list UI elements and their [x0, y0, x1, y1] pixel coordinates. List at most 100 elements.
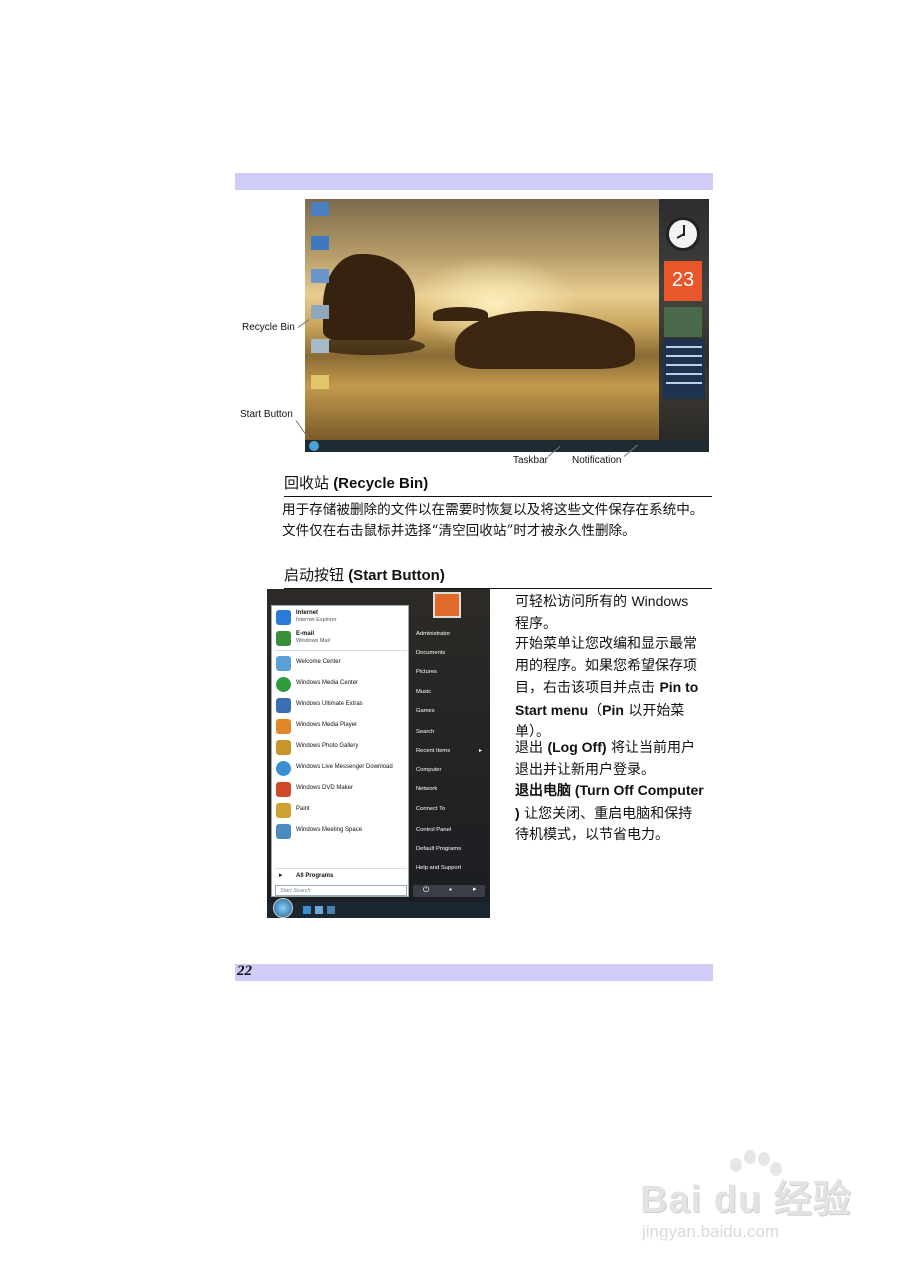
power-icon[interactable]: ⏻	[423, 885, 429, 895]
taskbar[interactable]	[305, 440, 709, 452]
media-center-icon	[276, 677, 291, 692]
pinned-item[interactable]: Internet Internet Explorer	[275, 609, 407, 627]
lock-icon[interactable]: ▪	[449, 885, 452, 894]
text-run: 可轻松访问所有的	[515, 594, 632, 610]
program-name: Windows Photo Gallery	[296, 743, 359, 749]
callout-recycle-bin: Recycle Bin	[242, 322, 295, 333]
section-heading-start-button: 启动按钮 (Start Button)	[284, 564, 712, 589]
right-item[interactable]: Network	[416, 786, 437, 792]
pinned-item-sub: Windows Mail	[296, 638, 330, 644]
recent-program[interactable]: Windows DVD Maker	[275, 781, 407, 799]
recycle-bin-desktop-icon[interactable]	[311, 305, 329, 319]
right-item[interactable]: Help and Support	[416, 865, 461, 871]
watermark-brand: Bai du 经验	[640, 1179, 852, 1221]
clock-hand-icon	[676, 233, 685, 239]
calendar-day: 23	[671, 269, 695, 291]
chevron-right-icon: ▸	[279, 872, 283, 879]
callout-start-button: Start Button	[240, 409, 293, 420]
rock-right	[455, 311, 635, 369]
start-menu-taskbar	[267, 898, 490, 918]
text-run: 退出	[515, 740, 548, 756]
right-item[interactable]: Administrator	[416, 631, 450, 637]
recent-program[interactable]: Windows Ultimate Extras	[275, 697, 407, 715]
clock-gadget	[666, 217, 700, 251]
welcome-center-icon	[276, 656, 291, 671]
section-heading-recycle-bin: 回收站 (Recycle Bin)	[284, 472, 712, 497]
calendar-gadget: 23	[664, 261, 702, 301]
computer-desktop-icon[interactable]	[311, 202, 329, 216]
quick-launch-icon[interactable]	[327, 906, 335, 914]
start-orb-icon[interactable]	[273, 898, 293, 918]
right-item[interactable]: Control Panel	[416, 827, 451, 833]
start-orb-icon[interactable]	[309, 441, 319, 451]
quick-launch-icon[interactable]	[315, 906, 323, 914]
text-run: （	[588, 702, 603, 719]
heading-cn: 回收站	[284, 475, 330, 492]
recent-program[interactable]: Windows Live Messenger Download	[275, 760, 407, 778]
page-number: 22	[237, 963, 252, 979]
program-name: Windows DVD Maker	[296, 785, 354, 791]
desktop-screenshot: 23	[305, 199, 709, 452]
recent-program[interactable]: Paint	[275, 802, 407, 820]
heading-cn: 启动按钮	[284, 567, 345, 584]
slideshow-gadget	[664, 307, 702, 337]
program-name: Windows Live Messenger Download	[296, 764, 393, 770]
program-name: Windows Ultimate Extras	[296, 701, 363, 707]
right-item[interactable]: Recent Items	[416, 748, 450, 754]
right-item[interactable]: Computer	[416, 767, 441, 773]
text-run: Pin	[602, 701, 624, 718]
start-paragraph-4: 退出电脑 (Turn Off Computer ) 让您关闭、重启电脑和保持待机…	[515, 780, 705, 847]
rock-left	[323, 254, 415, 340]
pinned-item-name: Internet	[296, 610, 319, 616]
recent-program[interactable]: Windows Media Player	[275, 718, 407, 736]
right-item[interactable]: Connect To	[416, 806, 445, 812]
photo-gallery-icon	[276, 740, 291, 755]
feed-gadget	[663, 339, 705, 399]
right-item[interactable]: Documents	[416, 650, 445, 656]
recent-program[interactable]: Welcome Center	[275, 655, 407, 673]
recent-program[interactable]: Windows Media Center	[275, 676, 407, 694]
start-search-input[interactable]: Start Search	[275, 885, 407, 896]
right-item[interactable]: Search	[416, 729, 434, 735]
media-player-icon	[276, 719, 291, 734]
right-item[interactable]: Games	[416, 708, 435, 714]
program-name: Windows Media Player	[296, 722, 358, 728]
heading-en: (Recycle Bin)	[333, 475, 429, 492]
folder-desktop-icon[interactable]	[311, 375, 329, 389]
pinned-item[interactable]: E-mail Windows Mail	[275, 630, 407, 648]
recent-program[interactable]: Windows Photo Gallery	[275, 739, 407, 757]
messenger-icon	[276, 761, 291, 776]
windows-sidebar: 23	[659, 199, 709, 440]
internet-explorer-icon	[276, 610, 291, 625]
control-panel-desktop-icon[interactable]	[311, 269, 329, 283]
start-paragraph-2: 开始菜单让您改编和显示最常用的程序。如果您希望保存项目，右击该项目并点击 Pin…	[515, 634, 705, 744]
right-item[interactable]: Pictures	[416, 669, 437, 675]
right-item[interactable]: Music	[416, 689, 431, 695]
pinned-item-name: E-mail	[296, 631, 315, 637]
program-name: Windows Meeting Space	[296, 827, 363, 833]
chevron-right-icon: ▸	[479, 748, 483, 754]
recent-program[interactable]: Windows Meeting Space	[275, 823, 407, 841]
callout-taskbar: Taskbar	[513, 455, 549, 466]
shortcut-desktop-icon[interactable]	[311, 339, 329, 353]
heading-en: (Start Button)	[348, 567, 445, 584]
quick-launch-icon[interactable]	[303, 906, 311, 914]
pinned-item-sub: Internet Explorer	[296, 617, 337, 623]
program-name: Welcome Center	[296, 659, 341, 665]
network-desktop-icon[interactable]	[311, 236, 329, 250]
program-name: Paint	[296, 806, 310, 812]
header-band	[235, 173, 713, 190]
watermark-url: jingyan.baidu.com	[642, 1222, 780, 1241]
text-run: 让您关闭、重启电脑和保持待机模式，以节省电力。	[515, 805, 693, 844]
baidu-watermark: Bai du 经验 jingyan.baidu.com	[640, 1150, 860, 1250]
recycle-bin-description: 用于存储被删除的文件以在需要时恢复以及将这些文件保存在系统中。文件仅在右击鼠标并…	[282, 502, 704, 539]
power-buttons[interactable]: ⏻ ▪ ▸	[413, 885, 485, 897]
right-item[interactable]: Default Programs	[416, 846, 461, 852]
chevron-right-icon[interactable]: ▸	[473, 885, 477, 893]
divider	[275, 650, 407, 651]
meeting-space-icon	[276, 824, 291, 839]
footer-band	[235, 964, 713, 981]
user-avatar	[433, 592, 461, 618]
callout-notification: Notification	[572, 455, 622, 466]
all-programs-button[interactable]: ▸ All Programs	[275, 868, 407, 883]
